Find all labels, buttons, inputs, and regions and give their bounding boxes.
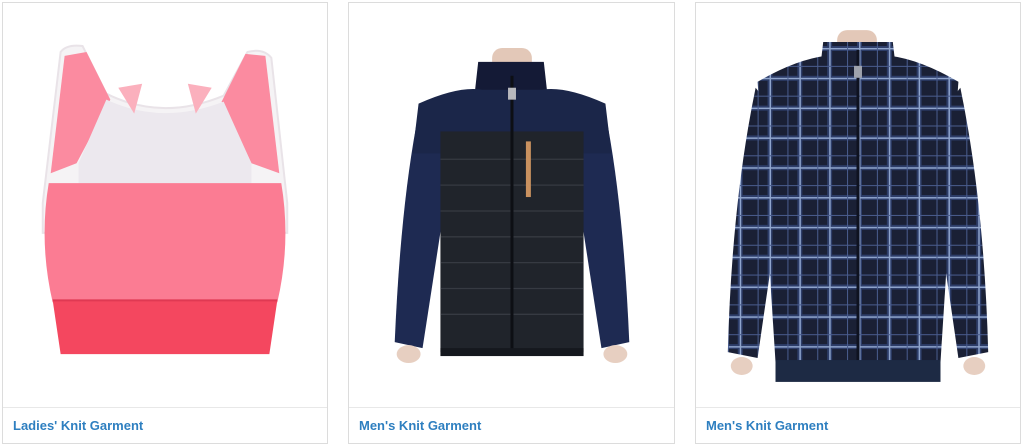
product-link[interactable]: Men's Knit Garment (359, 418, 481, 433)
navy-quilted-jacket-image (394, 47, 630, 364)
product-caption: Ladies' Knit Garment (3, 407, 327, 443)
product-card[interactable]: Ladies' Knit Garment (2, 2, 328, 444)
product-image[interactable] (349, 3, 674, 407)
product-image[interactable] (696, 3, 1020, 407)
product-caption: Men's Knit Garment (349, 407, 674, 443)
product-link[interactable]: Ladies' Knit Garment (13, 418, 143, 433)
pink-crop-top-image (41, 44, 289, 355)
product-grid: Ladies' Knit Garment Men's Knit Garment … (0, 0, 1024, 446)
product-caption: Men's Knit Garment (696, 407, 1020, 443)
product-card[interactable]: Men's Knit Garment (695, 2, 1021, 444)
product-card[interactable]: Men's Knit Garment (348, 2, 675, 444)
product-image[interactable] (3, 3, 327, 407)
plaid-fleece-jacket-image (727, 30, 989, 382)
product-link[interactable]: Men's Knit Garment (706, 418, 828, 433)
